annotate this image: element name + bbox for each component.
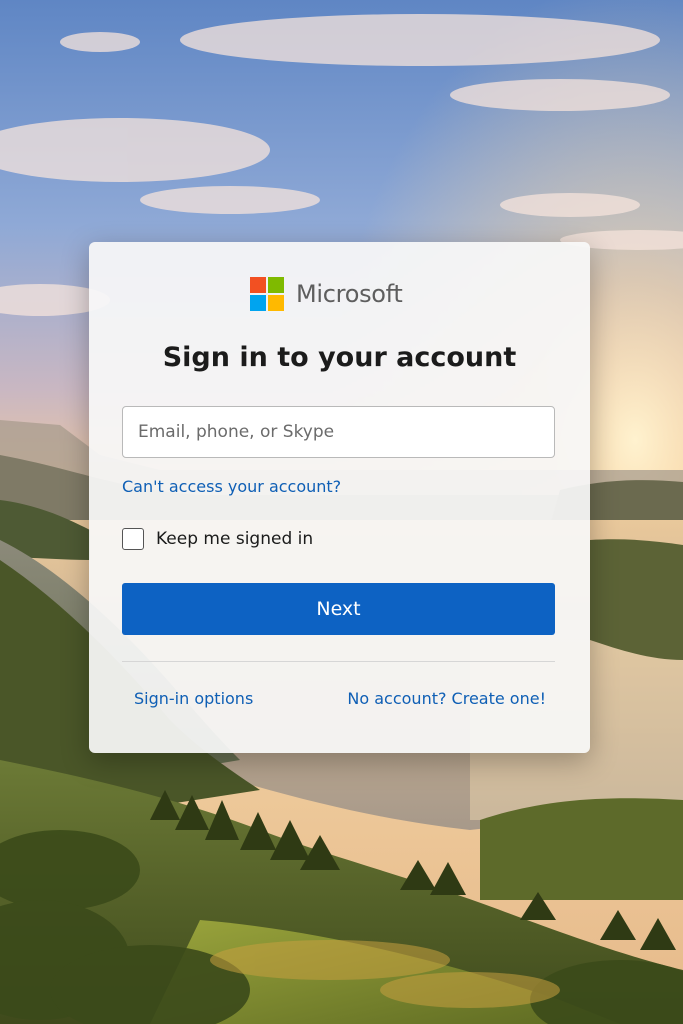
create-account-link[interactable]: No account? Create one!: [347, 689, 546, 708]
cant-access-account-link[interactable]: Can't access your account?: [122, 477, 341, 496]
microsoft-logo: Microsoft: [250, 276, 403, 312]
next-button[interactable]: Next: [122, 583, 555, 635]
logo-square-yellow: [268, 294, 284, 311]
logo-square-green: [268, 276, 284, 293]
brand-name: Microsoft: [296, 280, 403, 308]
keep-signed-in-row: Keep me signed in: [122, 528, 313, 550]
signin-card: Microsoft Sign in to your account Can't …: [89, 242, 590, 753]
keep-signed-in-checkbox[interactable]: [122, 528, 144, 550]
page-title: Sign in to your account: [162, 342, 517, 373]
signin-options-link[interactable]: Sign-in options: [134, 689, 253, 708]
divider: [122, 661, 555, 662]
email-field[interactable]: [122, 406, 555, 458]
microsoft-logo-icon: [250, 276, 285, 312]
logo-square-red: [250, 276, 266, 293]
keep-signed-in-label[interactable]: Keep me signed in: [156, 529, 313, 549]
logo-square-blue: [250, 294, 266, 311]
